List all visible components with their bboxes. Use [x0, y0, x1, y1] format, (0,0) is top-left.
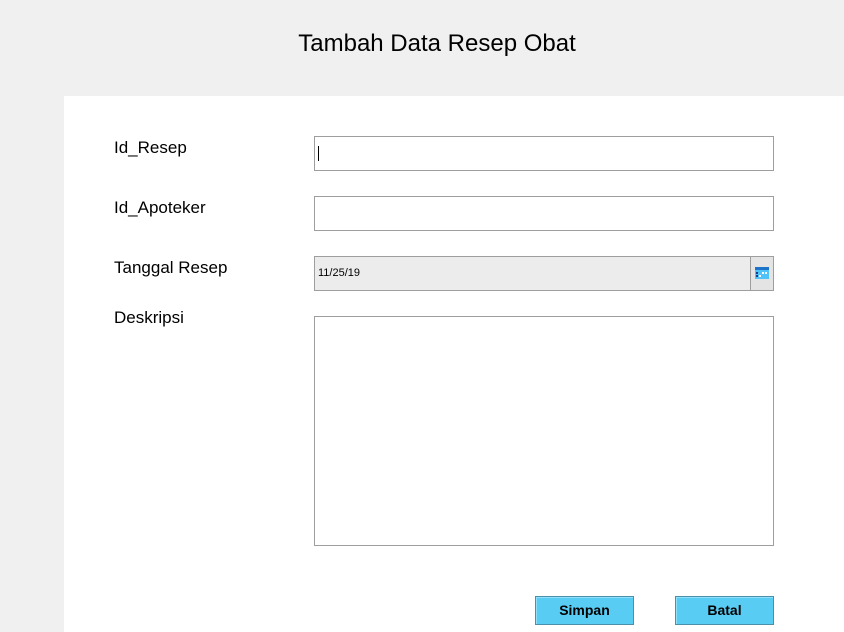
form-window: Tambah Data Resep Obat Id_Resep Id_Apote…: [0, 0, 844, 632]
id-apoteker-input[interactable]: [314, 196, 774, 231]
form-panel: Id_Resep Id_Apoteker Tanggal Resep 11/25…: [64, 96, 844, 632]
id-resep-label: Id_Resep: [114, 138, 187, 157]
batal-button[interactable]: Batal: [675, 596, 774, 625]
tanggal-resep-input[interactable]: 11/25/19: [314, 256, 753, 291]
deskripsi-label: Deskripsi: [114, 308, 184, 327]
page-title: Tambah Data Resep Obat: [298, 30, 576, 57]
simpan-button[interactable]: Simpan: [535, 596, 634, 625]
id-apoteker-label: Id_Apoteker: [114, 198, 206, 217]
calendar-icon: [755, 267, 769, 279]
deskripsi-textarea[interactable]: [314, 316, 774, 546]
text-caret: [318, 146, 319, 161]
date-picker-button[interactable]: [750, 256, 774, 291]
id-resep-input[interactable]: [314, 136, 774, 171]
tanggal-resep-label: Tanggal Resep: [114, 258, 228, 277]
